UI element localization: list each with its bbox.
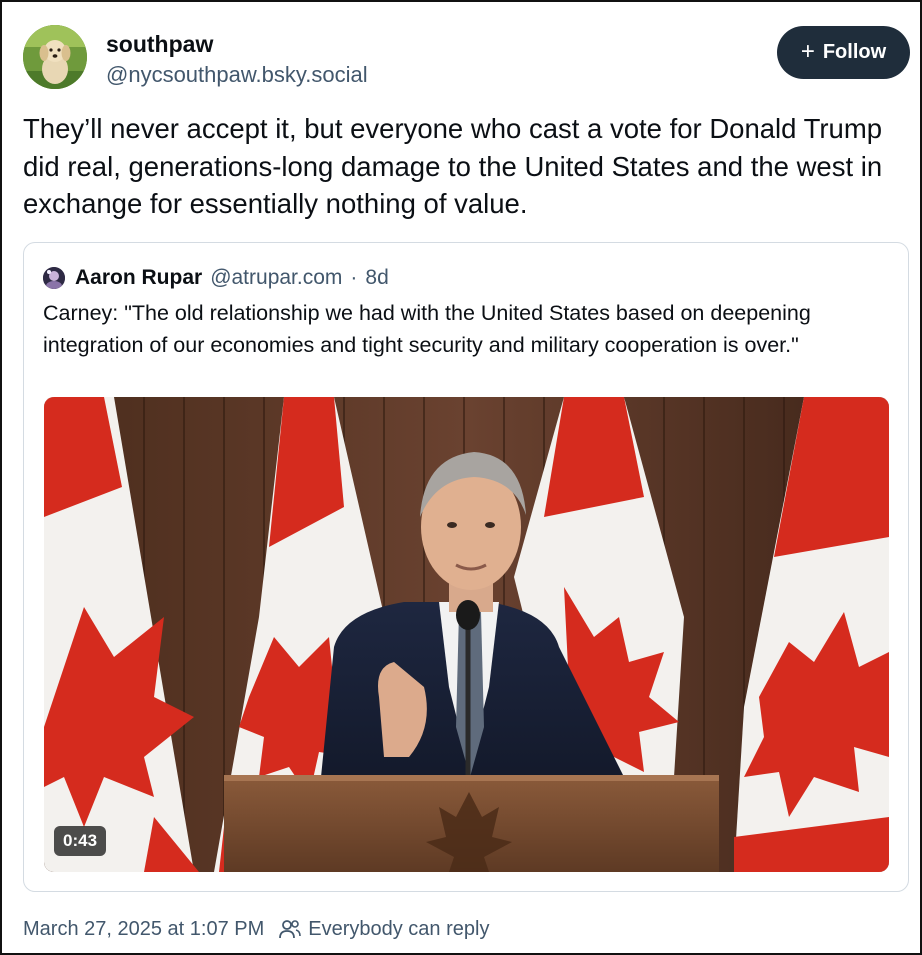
follow-button[interactable]: + Follow xyxy=(777,26,910,79)
separator-dot: · xyxy=(350,266,358,289)
quoted-avatar-icon xyxy=(43,267,65,289)
author-avatar[interactable] xyxy=(23,25,87,89)
quoted-post-age[interactable]: 8d xyxy=(365,265,388,291)
plus-icon: + xyxy=(800,37,815,65)
quoted-post-text: Carney: "The old relationship we had wit… xyxy=(43,301,811,357)
author-handle[interactable]: @nycsouthpaw.bsky.social xyxy=(106,60,368,90)
reply-setting-label: Everybody can reply xyxy=(308,918,490,940)
dog-avatar-icon xyxy=(23,25,87,89)
author-display-name[interactable]: southpaw xyxy=(106,30,368,58)
reply-setting: Everybody can reply xyxy=(278,916,489,942)
people-icon xyxy=(279,920,302,939)
post-text: They’ll never accept it, but everyone wh… xyxy=(23,113,883,219)
quoted-author-handle[interactable]: @atrupar.com xyxy=(210,265,342,291)
post-card: southpaw @nycsouthpaw.bsky.social + Foll… xyxy=(0,0,922,955)
follow-button-label: Follow xyxy=(822,41,887,63)
podium xyxy=(224,775,719,872)
quoted-author-name[interactable]: Aaron Rupar xyxy=(75,265,202,291)
video-player[interactable]: 0:43 xyxy=(44,397,889,872)
author-block: southpaw @nycsouthpaw.bsky.social xyxy=(106,30,368,90)
quoted-post[interactable]: Aaron Rupar @atrupar.com · 8d Carney: "T… xyxy=(23,242,909,892)
quoted-post-header: Aaron Rupar @atrupar.com · 8d xyxy=(43,265,389,291)
video-duration: 0:43 xyxy=(54,826,107,856)
post-timestamp[interactable]: March 27, 2025 at 1:07 PM xyxy=(23,916,264,942)
post-footer: March 27, 2025 at 1:07 PM Everybody can … xyxy=(23,916,489,942)
video-thumbnail xyxy=(44,397,889,872)
quoted-author-avatar[interactable] xyxy=(43,267,65,289)
